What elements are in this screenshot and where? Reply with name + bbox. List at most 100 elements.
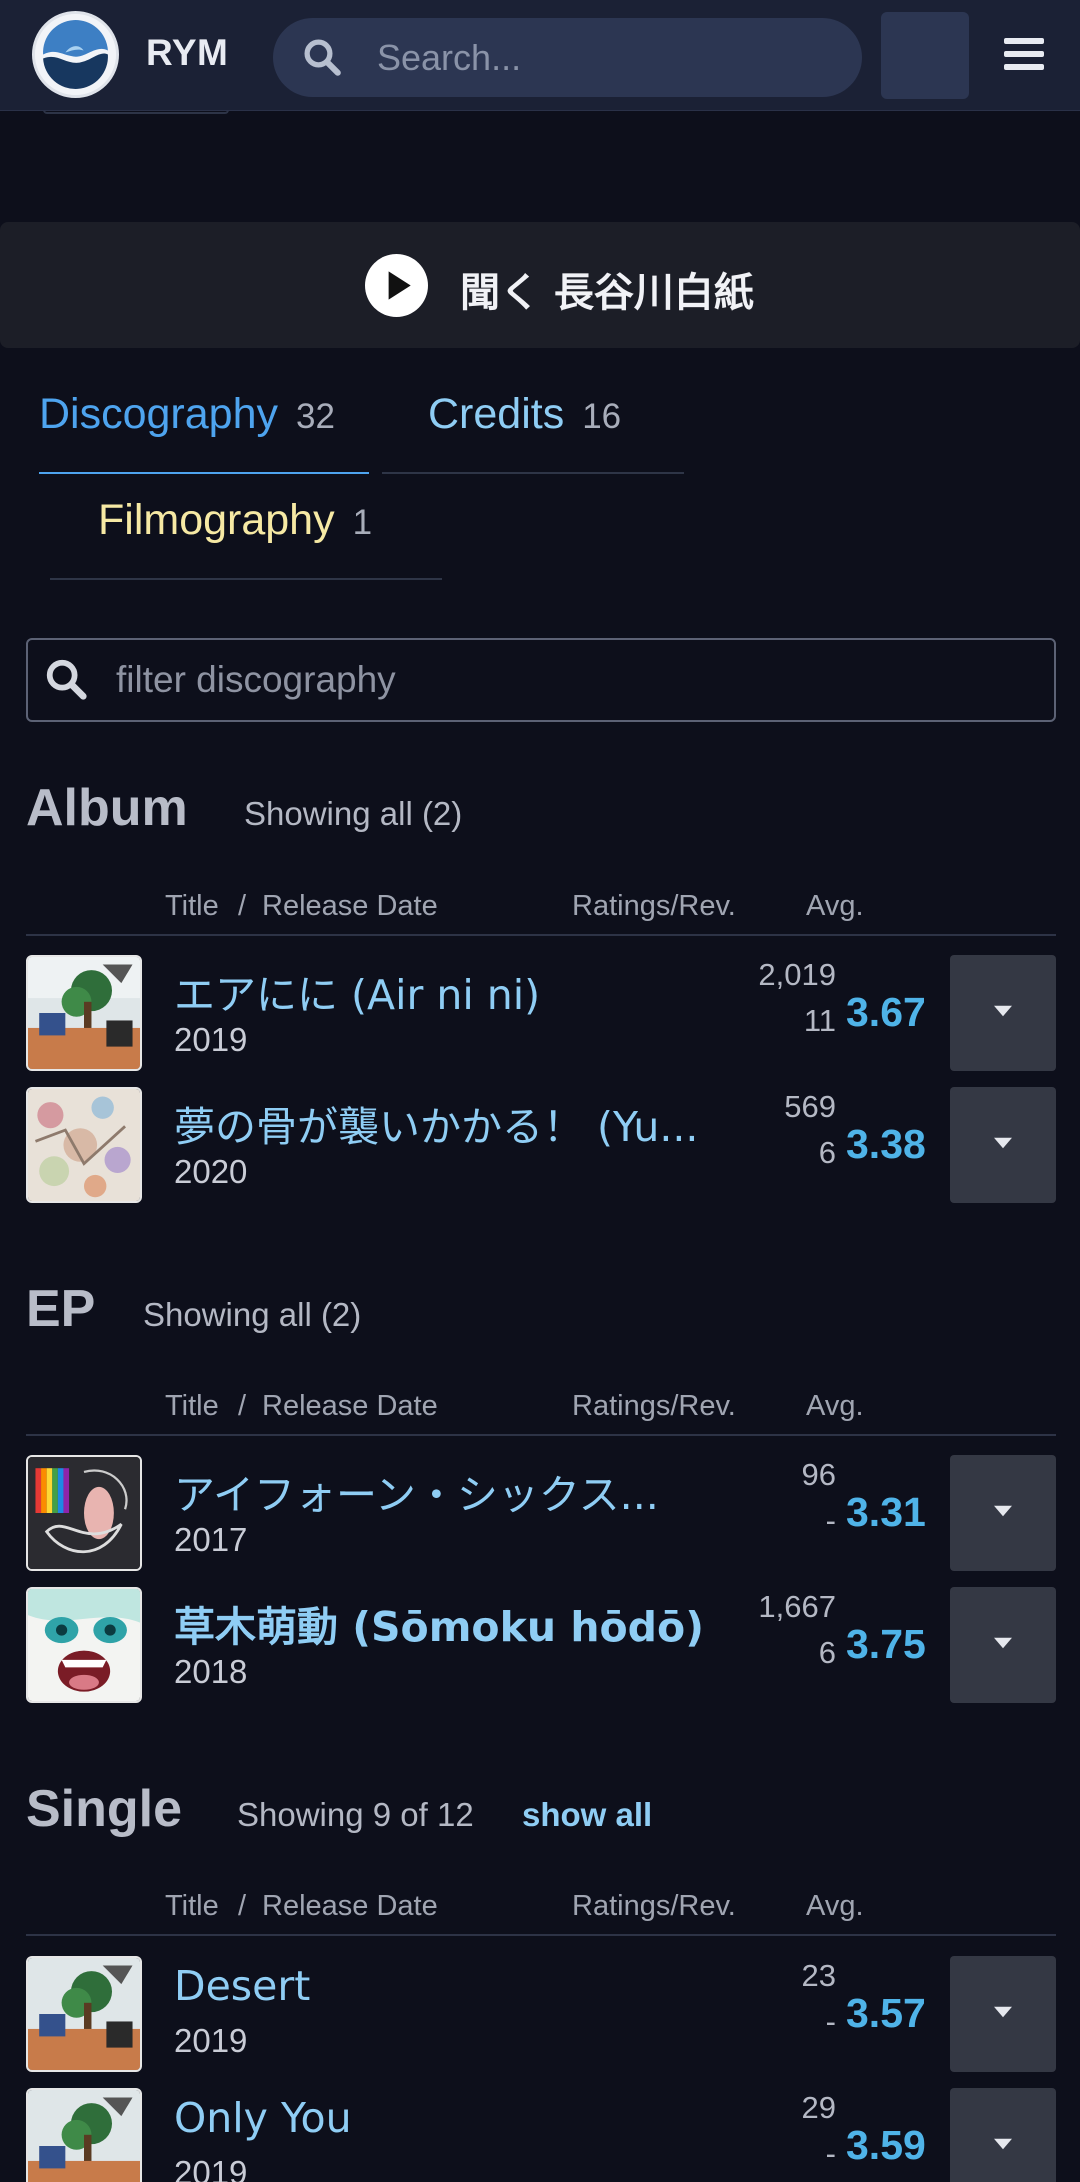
dropdown-caret-icon (994, 1637, 1012, 1649)
dropdown-caret-icon (994, 2006, 1012, 2018)
column-release-date[interactable]: Release Date (262, 1890, 438, 1923)
column-average[interactable]: Avg. (806, 890, 864, 923)
release-menu-button[interactable] (950, 2088, 1056, 2182)
album-cover[interactable] (26, 1956, 142, 2072)
search-icon (46, 659, 87, 700)
release-row: 夢の骨が襲いかかる！ (Yu... 2020 569 6 3.38 (26, 1087, 1056, 1205)
tab-label: Credits (428, 390, 565, 438)
release-menu-button[interactable] (950, 1587, 1056, 1703)
filter-input[interactable] (116, 640, 1016, 720)
column-separator: / (238, 1890, 247, 1922)
section-showing-count: Showing all (2) (143, 1296, 362, 1333)
dropdown-caret-icon (994, 1505, 1012, 1517)
column-header-row: Title / Release Date Ratings/Rev. Avg. (26, 1388, 1056, 1436)
average-rating: 3.31 (846, 1489, 926, 1535)
section-title-single: Single (26, 1780, 183, 1838)
average-rating: 3.67 (846, 989, 926, 1035)
tab-count: 1 (352, 503, 373, 542)
menu-icon[interactable] (1000, 30, 1048, 78)
average-rating: 3.57 (846, 1990, 926, 2036)
section-showing-count: Showing 9 of 12 (237, 1796, 474, 1833)
column-header-row: Title / Release Date Ratings/Rev. Avg. (26, 888, 1056, 936)
column-ratings[interactable]: Ratings/Rev. (572, 1390, 736, 1423)
brand-name[interactable]: RYM (146, 32, 228, 74)
section-title-album: Album (26, 779, 188, 837)
ratings-count: 29 (801, 2090, 836, 2125)
release-menu-button[interactable] (950, 1956, 1056, 2072)
average-rating: 3.75 (846, 1621, 926, 1667)
release-title[interactable]: Only You (174, 2094, 734, 2142)
column-average[interactable]: Avg. (806, 1890, 864, 1923)
column-release-date[interactable]: Release Date (262, 890, 438, 923)
album-cover[interactable] (26, 1087, 142, 1203)
album-cover[interactable] (26, 955, 142, 1071)
column-title[interactable]: Title (165, 1890, 219, 1923)
release-row: アイフォーン・シックス... 2017 96 - 3.31 (26, 1455, 1056, 1573)
tab-count: 16 (582, 397, 622, 436)
release-year: 2019 (174, 1021, 248, 1058)
ratings-count: 23 (801, 1958, 836, 1993)
tab-label: Filmography (98, 496, 335, 544)
reviews-count: 6 (818, 1135, 836, 1170)
reviews-count: 6 (818, 1635, 836, 1670)
column-ratings[interactable]: Ratings/Rev. (572, 1890, 736, 1923)
release-year: 2019 (174, 2022, 248, 2059)
column-release-date[interactable]: Release Date (262, 1390, 438, 1423)
ratings-count: 1,667 (758, 1589, 836, 1624)
release-row: エアにに (Air ni ni) 2019 2,019 11 3.67 (26, 955, 1056, 1073)
release-year: 2020 (174, 1153, 248, 1190)
listen-button[interactable]: 聞く 長谷川白紙 (0, 222, 1080, 348)
top-header: RYM (0, 0, 1080, 111)
release-title[interactable]: 夢の骨が襲いかかる！ (Yu... (174, 1093, 734, 1153)
section-title-ep: EP (26, 1280, 96, 1338)
dropdown-caret-icon (994, 2138, 1012, 2150)
release-title[interactable]: 草木萌動 (Sōmoku hōdō) (174, 1593, 734, 1653)
average-rating: 3.38 (846, 1121, 926, 1167)
tab-filmography[interactable]: Filmography 1 (50, 496, 442, 580)
release-year: 2019 (174, 2154, 248, 2182)
ratings-count: 569 (784, 1089, 836, 1124)
ratings-count: 96 (801, 1457, 836, 1492)
dropdown-caret-icon (994, 1005, 1012, 1017)
release-menu-button[interactable] (950, 955, 1056, 1071)
tab-credits[interactable]: Credits 16 (382, 390, 684, 474)
filter-discography-box[interactable] (26, 638, 1056, 722)
tab-count: 32 (296, 397, 335, 436)
column-title[interactable]: Title (165, 890, 219, 923)
dropdown-caret-icon (994, 1137, 1012, 1149)
average-rating: 3.59 (846, 2122, 926, 2168)
play-icon (365, 254, 428, 317)
release-row: Only You 2019 29 - 3.59 (26, 2088, 1056, 2182)
column-separator: / (238, 1390, 247, 1422)
column-separator: / (238, 890, 247, 922)
site-search[interactable] (273, 18, 862, 97)
listen-label: 聞く 長谷川白紙 (460, 270, 754, 316)
tab-discography[interactable]: Discography 32 (39, 390, 369, 474)
release-title[interactable]: エアにに (Air ni ni) (174, 961, 734, 1021)
column-title[interactable]: Title (165, 1390, 219, 1423)
release-title[interactable]: アイフォーン・シックス... (174, 1461, 734, 1521)
section-showing-count: Showing all (2) (244, 795, 463, 832)
release-menu-button[interactable] (950, 1455, 1056, 1571)
column-average[interactable]: Avg. (806, 1390, 864, 1423)
ratings-count: 2,019 (758, 957, 836, 992)
release-year: 2018 (174, 1653, 248, 1690)
release-row: 草木萌動 (Sōmoku hōdō) 2018 1,667 6 3.75 (26, 1587, 1056, 1705)
reviews-count: 11 (803, 1003, 836, 1038)
album-cover[interactable] (26, 1587, 142, 1703)
show-all-link[interactable]: show all (522, 1796, 652, 1834)
user-menu-button[interactable] (881, 12, 969, 99)
reviews-count: - (825, 1503, 836, 1538)
release-row: Desert 2019 23 - 3.57 (26, 1956, 1056, 2074)
tab-label: Discography (39, 390, 278, 438)
release-menu-button[interactable] (950, 1087, 1056, 1203)
search-input[interactable] (377, 18, 837, 97)
album-cover[interactable] (26, 2088, 142, 2182)
release-title[interactable]: Desert (174, 1962, 734, 2010)
album-cover[interactable] (26, 1455, 142, 1571)
release-year: 2017 (174, 1521, 248, 1558)
column-ratings[interactable]: Ratings/Rev. (572, 890, 736, 923)
search-icon (304, 39, 341, 76)
rym-logo-icon[interactable] (32, 11, 119, 98)
reviews-count: - (825, 2004, 836, 2039)
